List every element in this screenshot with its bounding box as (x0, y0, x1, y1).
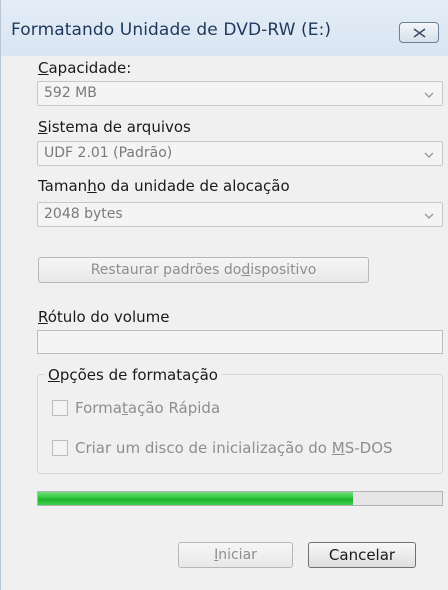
allocation-select[interactable]: 2048 bytes (37, 202, 443, 227)
format-dialog: Formatando Unidade de DVD-RW (E:) Capaci… (0, 0, 448, 590)
msdos-startup-label: Criar um disco de inicialização do MS-DO… (75, 439, 393, 457)
chevron-down-icon (424, 92, 434, 98)
allocation-value: 2048 bytes (44, 206, 123, 222)
quick-format-label: Formatação Rápida (75, 399, 221, 417)
allocation-label: Tamanho da unidade de alocação (38, 177, 290, 195)
progress-fill (38, 492, 354, 505)
title-bar: Formatando Unidade de DVD-RW (E:) (1, 0, 448, 56)
format-progress-bar (37, 491, 443, 506)
capacity-select[interactable]: 592 MB (37, 81, 443, 106)
close-button[interactable] (399, 22, 439, 43)
volume-label-label: Rótulo do volume (38, 308, 170, 326)
chevron-down-icon (424, 213, 434, 219)
filesystem-value: UDF 2.01 (Padrão) (44, 145, 173, 161)
cancel-button[interactable]: Cancelar (308, 542, 416, 568)
capacity-value: 592 MB (44, 85, 97, 101)
format-options-group (37, 374, 443, 474)
restore-defaults-button[interactable]: Restaurar padrões do d ispositivo (38, 257, 369, 283)
format-options-title: Opções de formatação (44, 366, 222, 384)
filesystem-select[interactable]: UDF 2.01 (Padrão) (37, 141, 443, 166)
msdos-startup-option[interactable]: Criar um disco de inicialização do MS-DO… (52, 439, 393, 457)
quick-format-checkbox[interactable] (52, 400, 68, 416)
quick-format-option[interactable]: Formatação Rápida (52, 399, 220, 417)
dialog-body: Capacidade: 592 MB Sistema de arquivos U… (1, 56, 448, 590)
chevron-down-icon (424, 152, 434, 158)
window-title: Formatando Unidade de DVD-RW (E:) (11, 20, 332, 40)
volume-label-input[interactable] (37, 330, 443, 354)
filesystem-label: Sistema de arquivos (38, 118, 191, 136)
start-button[interactable]: Iniciar (178, 542, 293, 568)
close-icon (413, 27, 425, 38)
msdos-startup-checkbox[interactable] (52, 440, 68, 456)
capacity-label: Capacidade: (38, 59, 132, 77)
